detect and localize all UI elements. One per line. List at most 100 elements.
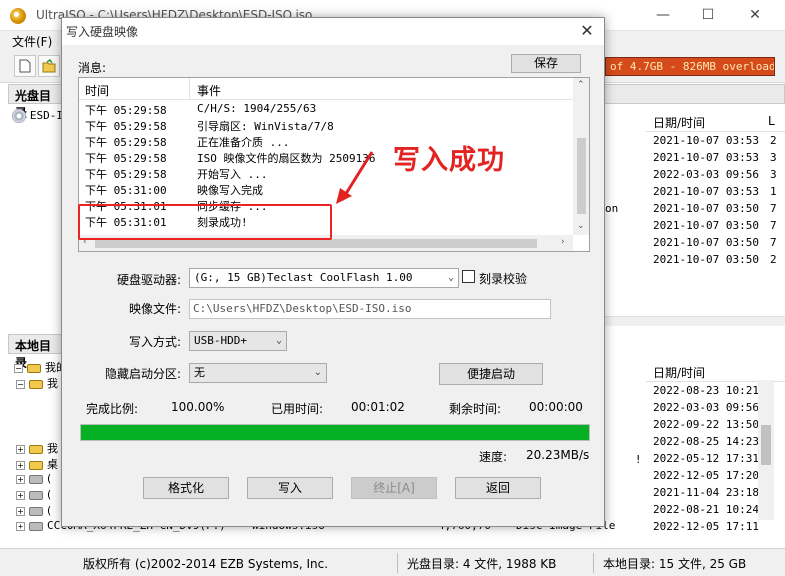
file-date-row[interactable]: 2021-10-07 03:50 2	[653, 253, 783, 270]
file-date: 2021-10-07 03:50	[653, 253, 759, 266]
log-vscroll[interactable]: ⌃ ⌄	[573, 78, 589, 235]
stop-button[interactable]: 终止[A]	[351, 477, 437, 499]
file-date-row[interactable]: 2022-03-03 09:56 3	[653, 168, 783, 185]
file-date: 2021-10-07 03:50	[653, 219, 759, 232]
remaining-label: 剩余时间:	[449, 402, 502, 416]
file-date: 2021-10-07 03:53	[653, 134, 759, 147]
right-top-column-header[interactable]: 日期/时间 L	[646, 110, 785, 132]
file-date-row[interactable]: 2021-10-07 03:50 7	[653, 219, 783, 236]
right-bottom-column-header[interactable]: 日期/时间	[646, 360, 785, 382]
quick-boot-button[interactable]: 便捷启动	[439, 363, 543, 385]
tree-label: 桌	[47, 458, 58, 471]
date-column-label: 日期/时间	[653, 366, 706, 380]
log-row[interactable]: 下午 05:31:00 映像写入完成	[79, 182, 573, 198]
date-column-label: 日期/时间	[653, 116, 706, 130]
chevron-down-icon: ⌄	[447, 272, 454, 283]
file-date-row[interactable]: 2021-10-07 03:53 3	[653, 151, 783, 168]
capacity-overload-bar: of 4.7GB - 826MB overload	[605, 57, 775, 76]
log-time: 下午 05:31:00	[85, 184, 167, 197]
open-folder-icon	[42, 59, 56, 73]
open-button[interactable]	[38, 55, 60, 77]
log-time: 下午 05:29:58	[85, 136, 167, 149]
status-bar: 版权所有 (c)2002-2014 EZB Systems, Inc. 光盘目录…	[0, 548, 785, 576]
menu-file[interactable]: 文件(F)	[12, 33, 52, 50]
dialog-close-button[interactable]: ✕	[576, 20, 598, 42]
file-size-partial: 7	[770, 219, 777, 232]
log-row[interactable]: 下午 05:29:58 C/H/S: 1904/255/63	[79, 102, 573, 118]
write-disk-image-dialog: 写入硬盘映像 ✕ 消息: 保存 时间 事件 下午 05:29:58 C/H/S: …	[61, 17, 605, 527]
event-column-header[interactable]: 事件	[197, 82, 221, 99]
scroll-up-arrow-icon[interactable]: ⌃	[577, 80, 585, 90]
chevron-down-icon: ⌄	[313, 367, 322, 378]
right-bottom-vscroll[interactable]	[758, 380, 774, 520]
expand-toggle[interactable]: +	[16, 521, 25, 531]
success-highlight-box	[78, 204, 332, 240]
speed-value: 20.23MB/s	[526, 448, 590, 462]
cd-tree-root[interactable]: ESD-I	[12, 108, 63, 123]
scroll-right-arrow-icon[interactable]: ›	[561, 237, 565, 247]
chevron-down-icon: ⌄	[275, 335, 282, 346]
new-file-button[interactable]	[14, 55, 36, 77]
expand-toggle[interactable]: +	[16, 444, 25, 454]
file-date: 2022-03-03 09:56	[653, 168, 759, 181]
write-button[interactable]: 写入	[247, 477, 333, 499]
cd-directory-status: 光盘目录: 4 文件, 1988 KB	[407, 557, 557, 571]
scroll-down-arrow-icon[interactable]: ⌄	[577, 221, 585, 231]
time-column-header[interactable]: 时间	[85, 82, 109, 99]
drive-icon	[29, 506, 43, 516]
scroll-thumb[interactable]	[577, 138, 586, 214]
folder-icon	[29, 444, 43, 454]
back-button[interactable]: 返回	[455, 477, 541, 499]
remaining-value: 00:00:00	[529, 400, 583, 414]
expand-toggle[interactable]: +	[16, 460, 25, 470]
file-size-partial: 7	[770, 202, 777, 215]
drive-icon	[29, 521, 43, 531]
drive-select[interactable]: (G:, 15 GB)Teclast CoolFlash 1.00 ⌄	[189, 268, 459, 288]
folder-icon	[27, 363, 41, 373]
image-file-field[interactable]: C:\Users\HFDZ\Desktop\ESD-ISO.iso	[189, 299, 551, 319]
expand-toggle[interactable]: +	[16, 474, 25, 484]
write-success-annotation: 写入成功	[393, 145, 505, 176]
format-button[interactable]: 格式化	[143, 477, 229, 499]
verify-checkbox[interactable]	[462, 270, 475, 283]
file-size-partial: 2	[770, 253, 777, 266]
completion-value: 100.00%	[171, 400, 225, 414]
file-date-row[interactable]: 2021-10-07 03:50 7	[653, 236, 783, 253]
log-time: 下午 05:29:58	[85, 120, 167, 133]
local-tree-item[interactable]: − 我	[16, 375, 58, 393]
write-progress-bar	[80, 424, 590, 441]
scroll-thumb[interactable]	[95, 239, 537, 248]
write-method-select[interactable]: USB-HDD+ ⌄	[189, 331, 287, 351]
verify-label: 刻录校验	[479, 272, 528, 286]
expand-toggle[interactable]: −	[14, 363, 23, 373]
copyright-text: 版权所有 (c)2002-2014 EZB Systems, Inc.	[83, 557, 329, 571]
hidden-partition-select[interactable]: 无 ⌄	[189, 363, 327, 383]
file-date-row[interactable]: 2021-10-07 03:53 1	[653, 185, 783, 202]
log-row[interactable]: 下午 05:29:58 引导扇区: WinVista/7/8	[79, 118, 573, 134]
log-time: 下午 05:29:58	[85, 168, 167, 181]
progress-fill	[81, 425, 589, 440]
close-button[interactable]: ✕	[740, 4, 770, 26]
right-top-hscroll[interactable]	[600, 316, 785, 326]
expand-toggle[interactable]: +	[16, 490, 25, 500]
file-date-row[interactable]: 2021-10-07 03:53 2	[653, 134, 783, 151]
file-size-partial: 7	[770, 236, 777, 249]
messages-label: 消息:	[78, 61, 107, 75]
maximize-button[interactable]: ☐	[693, 4, 723, 26]
scroll-thumb[interactable]	[761, 425, 771, 465]
new-file-icon	[19, 59, 31, 73]
column-separator	[189, 78, 190, 100]
expand-toggle[interactable]: +	[16, 506, 25, 516]
file-date-row[interactable]: 2021-10-07 03:50 7	[653, 202, 783, 219]
l-column-label: L	[768, 114, 775, 128]
drive-label: 硬盘驱动器:	[117, 273, 182, 287]
write-method-label: 写入方式:	[129, 335, 182, 349]
status-separator	[593, 553, 594, 573]
file-date: 2021-10-07 03:53	[653, 185, 759, 198]
expand-toggle[interactable]: −	[16, 379, 25, 389]
minimize-button[interactable]: —	[648, 4, 678, 26]
log-event: C/H/S: 1904/255/63	[197, 102, 317, 115]
save-button[interactable]: 保存	[511, 54, 581, 73]
tree-label: (	[47, 504, 52, 517]
tree-label: 我	[47, 377, 58, 390]
